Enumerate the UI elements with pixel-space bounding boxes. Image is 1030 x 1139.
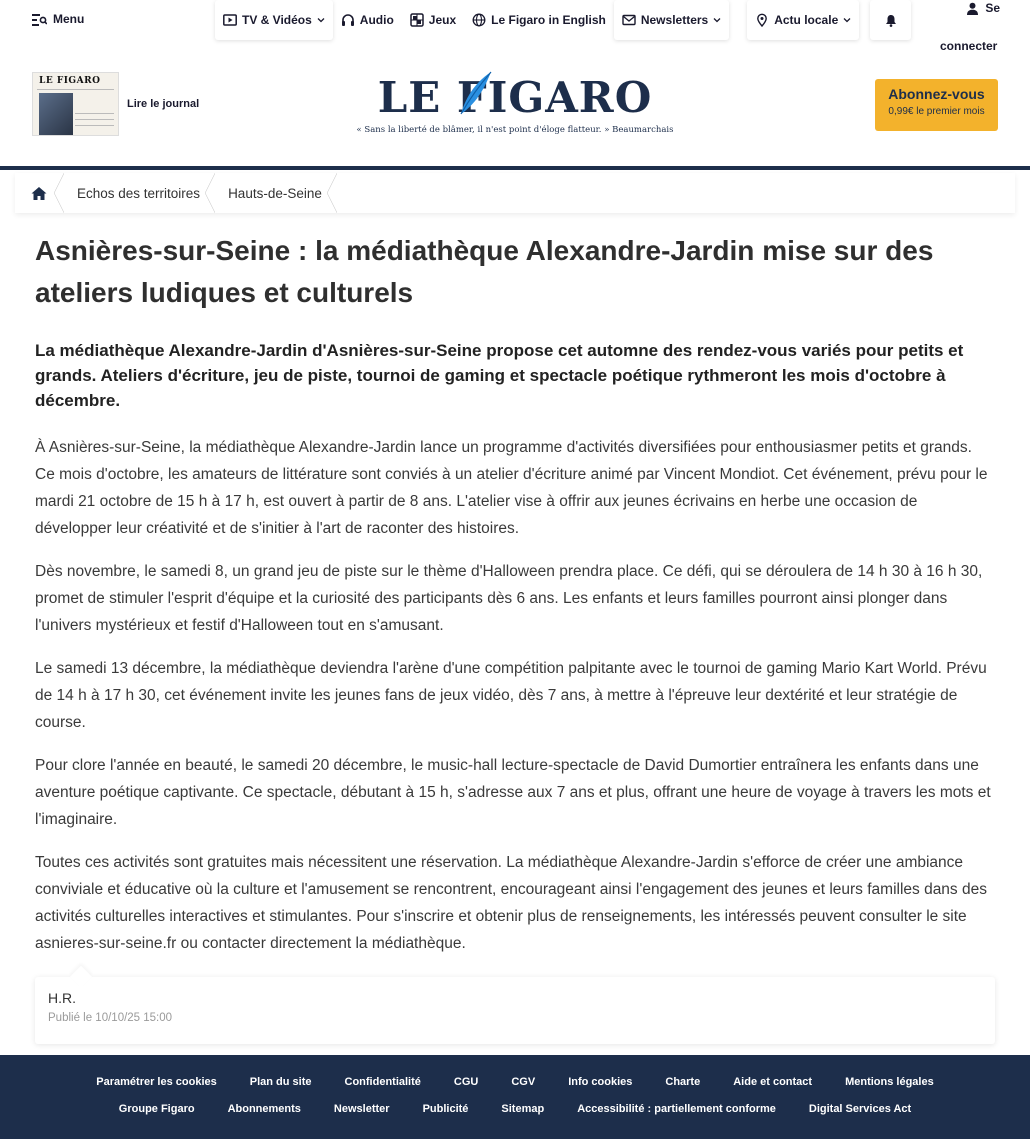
footer-link-advertising[interactable]: Publicité — [406, 1102, 485, 1116]
nav-item-actu-locale[interactable]: Actu locale — [747, 0, 860, 40]
breadcrumb: Echos des territoires Hauts-de-Seine — [15, 173, 1015, 213]
chevron-down-icon — [317, 18, 325, 23]
breadcrumb-item-hauts-de-seine[interactable]: Hauts-de-Seine — [214, 173, 337, 213]
masthead: LE FIGARO Lire le journal LE FIGARO « Sa… — [0, 62, 1030, 170]
nav-item-label: Jeux — [428, 13, 457, 27]
footer: Paramétrer les cookies Plan du site Conf… — [0, 1055, 1030, 1139]
notifications-button[interactable] — [870, 0, 911, 40]
main-nav: TV & Vidéos Audio Jeux Le Figaro in Engl… — [215, 0, 860, 40]
nav-item-tv-videos[interactable]: TV & Vidéos — [215, 0, 333, 40]
footer-link-cgu[interactable]: CGU — [437, 1075, 494, 1089]
publish-date: Publié le 10/10/25 15:00 — [48, 1012, 173, 1024]
grid-icon — [410, 13, 424, 27]
article-paragraph: Toutes ces activités sont gratuites mais… — [35, 854, 987, 952]
footer-links-row: Groupe Figaro Abonnements Newsletter Pub… — [0, 1102, 1030, 1116]
headphones-icon — [341, 14, 354, 26]
nav-item-jeux[interactable]: Jeux — [402, 0, 464, 40]
footer-links-row: Paramétrer les cookies Plan du site Conf… — [0, 1075, 1030, 1089]
journal-cover-photo — [39, 93, 73, 135]
article: Asnières-sur-Seine : la médiathèque Alex… — [35, 230, 995, 957]
breadcrumb-home[interactable] — [15, 173, 64, 213]
home-icon — [31, 186, 47, 200]
article-title: Asnières-sur-Seine : la médiathèque Alex… — [35, 235, 934, 308]
nav-item-audio[interactable]: Audio — [333, 0, 402, 40]
bell-icon — [885, 14, 896, 27]
article-paragraph: Pour clore l'année en beauté, le samedi … — [35, 757, 991, 828]
chevron-down-icon — [843, 18, 851, 23]
footer-link-cookie-settings[interactable]: Paramétrer les cookies — [80, 1075, 233, 1089]
footer-link-privacy[interactable]: Confidentialité — [328, 1075, 437, 1089]
mail-icon — [622, 14, 636, 26]
nav-item-label: Audio — [359, 13, 394, 27]
divider — [75, 119, 114, 120]
read-journal-link[interactable]: LE FIGARO Lire le journal — [32, 72, 199, 136]
footer-link-subscriptions[interactable]: Abonnements — [211, 1102, 317, 1116]
footer-link-newsletter[interactable]: Newsletter — [317, 1102, 406, 1116]
article-paragraph: À Asnières-sur-Seine, la médiathèque Ale… — [35, 439, 988, 537]
journal-cover-thumbnail[interactable]: LE FIGARO — [32, 72, 119, 136]
feather-quill-icon — [460, 71, 492, 115]
nav-item-label: Actu locale — [774, 13, 839, 27]
login-label-line1: Se — [985, 1, 1000, 15]
subscribe-title: Abonnez-vous — [888, 86, 985, 102]
footer-link-legal-notice[interactable]: Mentions légales — [829, 1075, 951, 1089]
play-icon — [223, 14, 237, 26]
globe-icon — [472, 13, 486, 27]
journal-thumb-title: LE FIGARO — [39, 76, 101, 86]
article-paragraph: Dès novembre, le samedi 8, un grand jeu … — [35, 563, 983, 634]
breadcrumb-item-echos[interactable]: Echos des territoires — [63, 173, 216, 213]
read-journal-label[interactable]: Lire le journal — [127, 98, 199, 110]
location-pin-icon — [757, 13, 768, 27]
nav-item-label: Newsletters — [640, 13, 709, 27]
footer-link-digital-services-act[interactable]: Digital Services Act — [792, 1102, 927, 1116]
tagline: « Sans la liberté de blâmer, il n'est po… — [356, 125, 674, 135]
footer-link-charter[interactable]: Charte — [649, 1075, 717, 1089]
subscribe-button[interactable]: Abonnez-vous 0,99€ le premier mois — [875, 79, 998, 131]
footer-link-cgv[interactable]: CGV — [495, 1075, 552, 1089]
site-logo[interactable]: LE FIGARO — [377, 71, 653, 124]
menu-search-icon — [32, 13, 47, 26]
nav-item-english[interactable]: Le Figaro in English — [464, 0, 614, 40]
nav-item-newsletters[interactable]: Newsletters — [613, 0, 730, 40]
user-icon — [967, 2, 979, 15]
footer-link-cookie-info[interactable]: Info cookies — [552, 1075, 649, 1089]
divider — [75, 113, 114, 114]
article-signature: H.R. Publié le 10/10/25 15:00 — [35, 977, 995, 1044]
nav-item-label: TV & Vidéos — [242, 13, 312, 27]
footer-link-help-contact[interactable]: Aide et contact — [717, 1075, 829, 1089]
footer-link-site-plan[interactable]: Plan du site — [233, 1075, 328, 1089]
article-lead: La médiathèque Alexandre-Jardin d'Asnièr… — [35, 341, 964, 410]
menu-label: Menu — [53, 12, 85, 26]
footer-link-accessibility[interactable]: Accessibilité : partiellement conforme — [561, 1102, 793, 1116]
logo-block: LE FIGARO « Sans la liberté de blâmer, i… — [340, 71, 690, 135]
author-name: H.R. — [48, 990, 76, 1006]
top-navigation: Menu TV & Vidéos Audio Jeux Le Figaro in… — [0, 0, 1030, 62]
subscribe-offer: 0,99€ le premier mois — [888, 106, 985, 117]
login-label-line2: connecter — [940, 39, 998, 53]
divider — [75, 125, 114, 126]
logo-text: LE FIGARO — [377, 73, 653, 122]
article-paragraph: Le samedi 13 décembre, la médiathèque de… — [35, 660, 987, 731]
menu-button[interactable]: Menu — [32, 12, 84, 26]
login-link[interactable]: Se connecter — [940, 0, 1000, 56]
chevron-down-icon — [713, 18, 721, 23]
footer-link-sitemap[interactable]: Sitemap — [485, 1102, 561, 1116]
nav-item-label: Le Figaro in English — [491, 13, 606, 27]
divider — [37, 89, 114, 90]
footer-link-groupe-figaro[interactable]: Groupe Figaro — [102, 1102, 211, 1116]
